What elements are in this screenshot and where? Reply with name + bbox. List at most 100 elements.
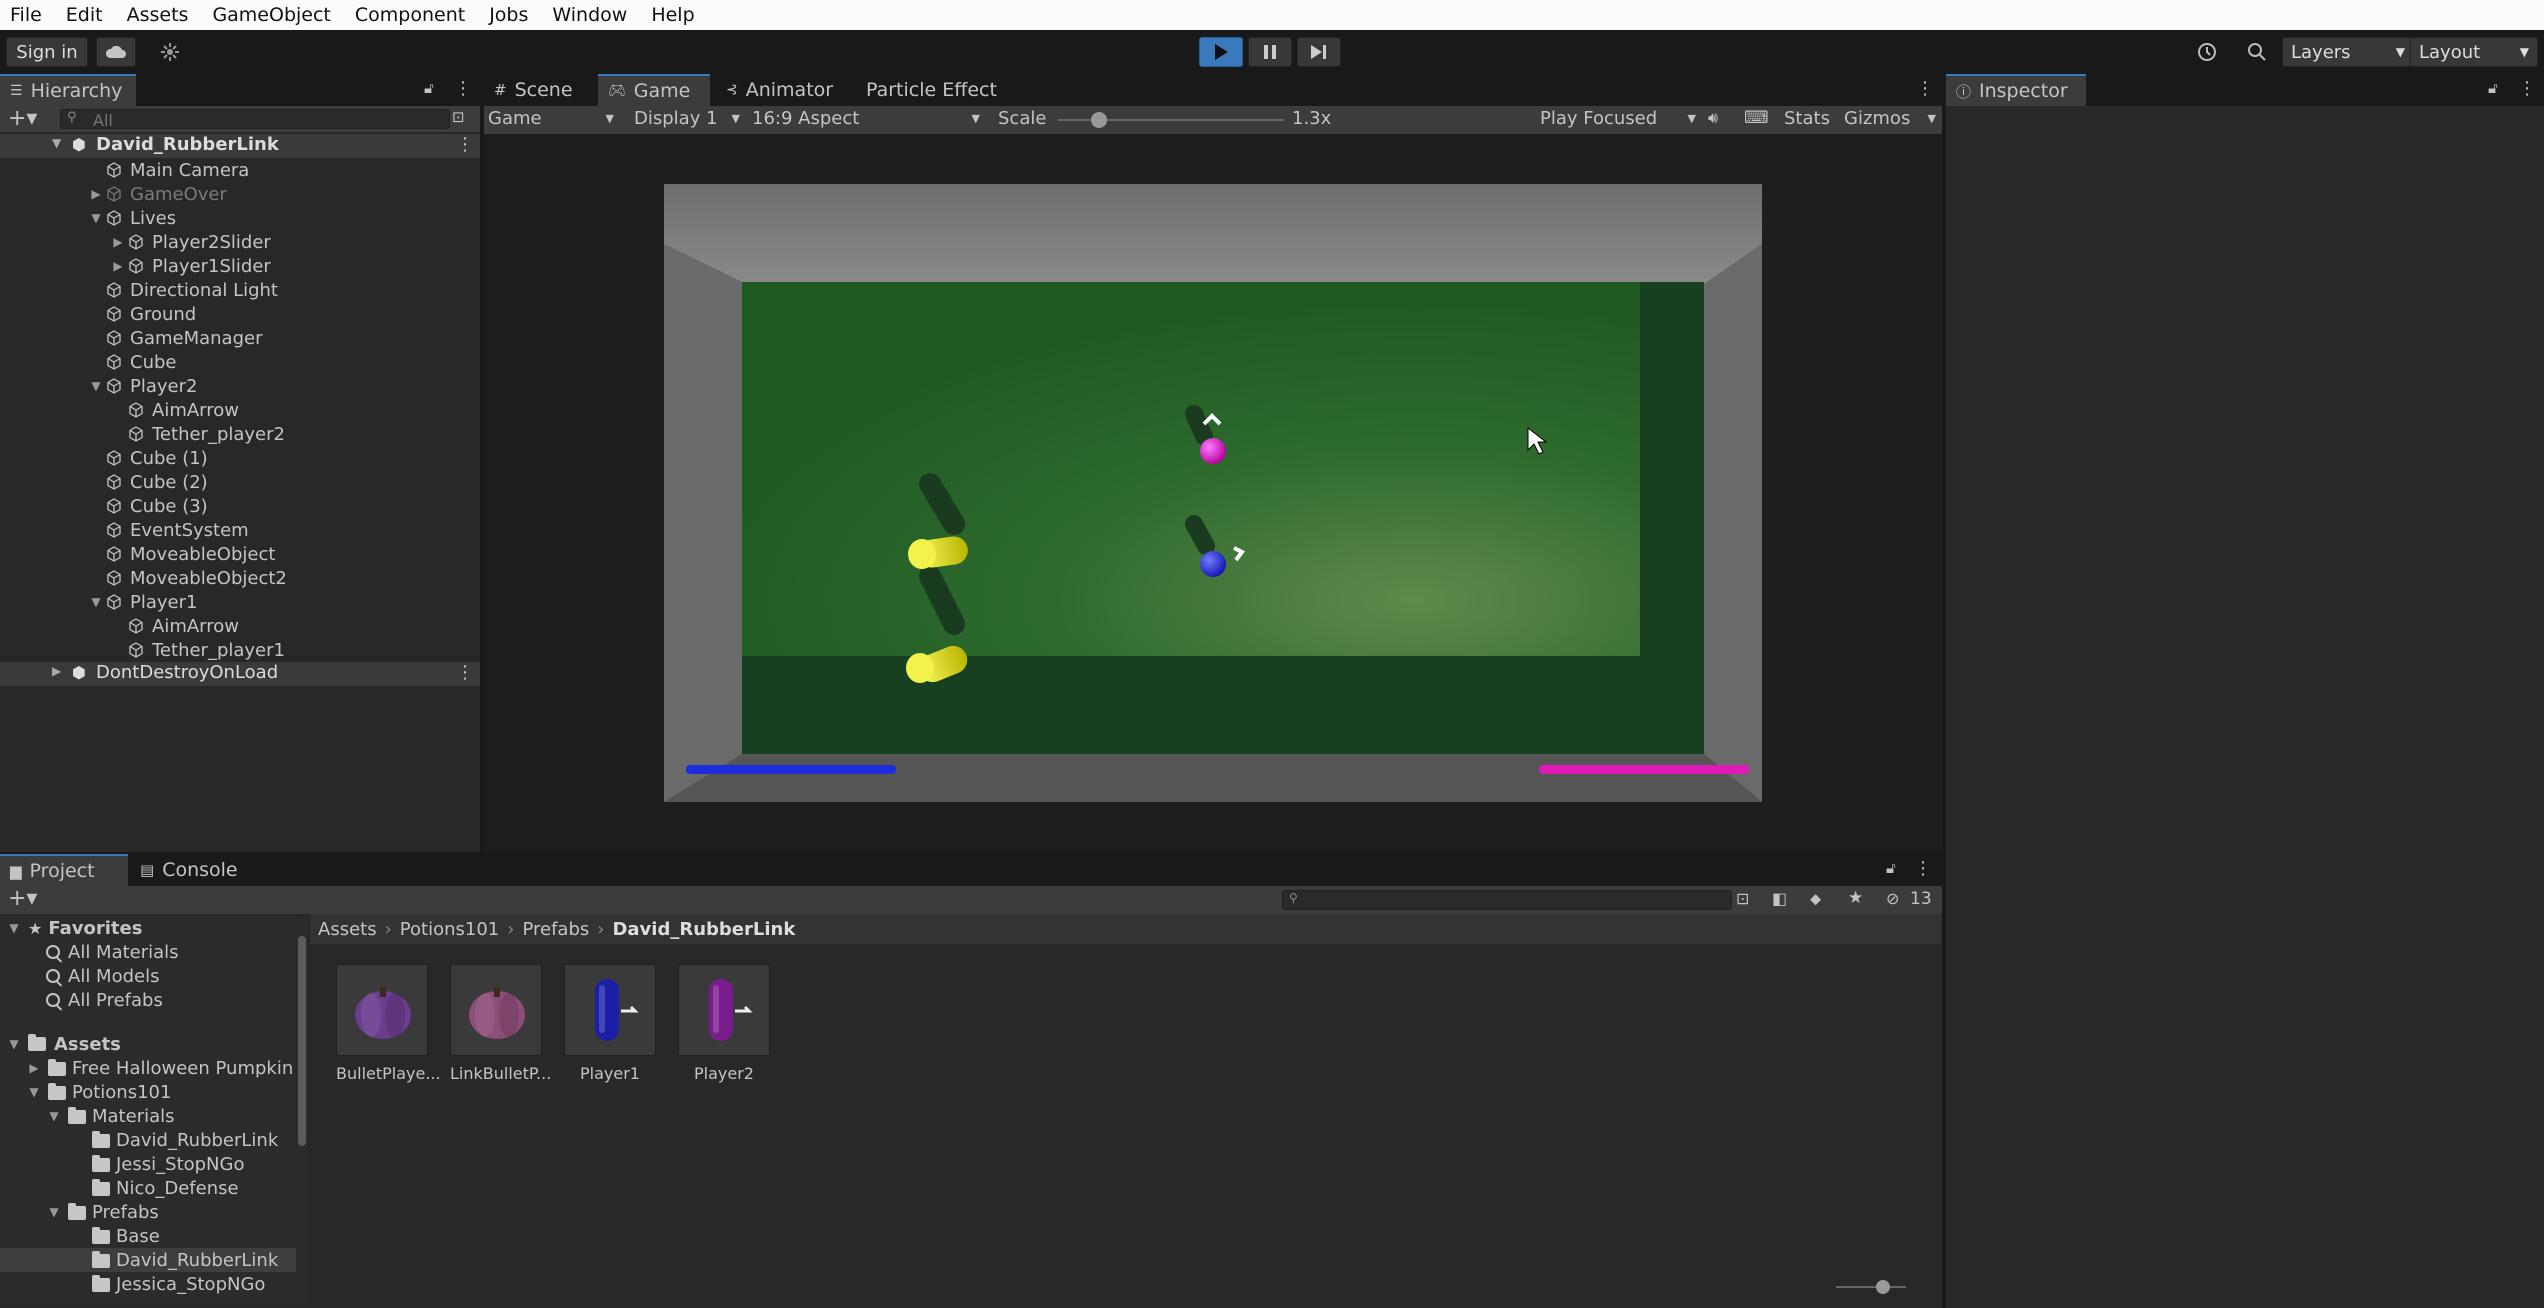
layers-dropdown[interactable]: Layers ▼ [2282,37,2414,67]
hierarchy-item[interactable]: Cube (1) [0,446,480,470]
hidden-icon[interactable]: ⊘ [1886,889,1899,908]
folder-item[interactable]: ▼ Prefabs [0,1200,296,1224]
tab-console[interactable]: ▤ Console [130,854,260,886]
folder-item[interactable]: David_RubberLink [0,1128,296,1152]
asset-item[interactable]: Player1 [564,964,656,1083]
lock-icon[interactable]: 🔓︎ [2488,79,2498,97]
asset-item[interactable]: BulletPlaye... [336,964,441,1083]
menu-help[interactable]: Help [651,4,694,26]
expand-right-icon[interactable]: ▶ [26,1061,42,1075]
tab-inspector[interactable]: ⓘ Inspector [1946,74,2086,106]
kebab-menu-icon[interactable]: ⋮ [2518,78,2536,99]
search-button[interactable] [2240,37,2274,67]
asset-item[interactable]: LinkBulletP... [450,964,551,1083]
type-filter-icon[interactable]: ◧ [1772,889,1787,908]
expand-down-icon[interactable]: ▼ [88,211,104,225]
label-filter-icon[interactable]: ⬥ [1810,889,1821,909]
expand-right-icon[interactable]: ▶ [88,187,104,201]
scale-slider-thumb[interactable] [1090,112,1107,128]
asset-item[interactable]: Player2 [678,964,770,1083]
tab-project[interactable]: ▆ Project [0,854,128,886]
hierarchy-item[interactable]: ▶ Player1Slider [0,254,480,278]
tree-scrollbar[interactable] [296,918,308,1304]
crumb-david-rubberlink[interactable]: David_RubberLink [612,919,795,940]
hierarchy-item[interactable]: Main Camera [0,158,480,182]
assets-root-row[interactable]: ▼ Assets [6,1032,121,1056]
expand-down-icon[interactable]: ▼ [46,1109,62,1123]
hierarchy-item[interactable]: Tether_player1 [0,638,480,662]
hierarchy-search-input[interactable]: ⚲ All [60,109,450,130]
hierarchy-item[interactable]: AimArrow [0,398,480,422]
expand-down-icon[interactable]: ▼ [46,1205,62,1219]
hierarchy-item[interactable]: ▼ Lives [0,206,480,230]
expand-down-icon[interactable]: ▼ [88,379,104,393]
favorite-item[interactable]: All Materials [46,940,179,964]
hierarchy-item[interactable]: ▼ Player2 [0,374,480,398]
hierarchy-item[interactable]: AimArrow [0,614,480,638]
menu-assets[interactable]: Assets [127,4,189,26]
kebab-menu-icon[interactable]: ⋮ [456,134,474,155]
hierarchy-item[interactable]: EventSystem [0,518,480,542]
tab-particle-effect[interactable]: Particle Effect [856,74,1036,106]
stats-button[interactable]: Stats [1784,108,1830,129]
thumbnail-size-thumb[interactable] [1876,1280,1890,1294]
aspect-dropdown[interactable]: 16:9 Aspect ▼ [752,108,984,132]
menu-edit[interactable]: Edit [66,4,103,26]
folder-item[interactable]: ▼ Potions101 [0,1080,296,1104]
search-scope-icon[interactable]: ⊡ [1736,889,1749,908]
filter-icon[interactable]: ⊡ [452,108,465,126]
hierarchy-item[interactable]: Cube [0,350,480,374]
dontdestroy-row[interactable]: ▶ ⬢ DontDestroyOnLoad ⋮ [0,662,480,686]
kebab-menu-icon[interactable]: ⋮ [1916,78,1934,99]
star-icon[interactable]: ★ [1848,888,1863,908]
tab-game[interactable]: 🎮︎ Game [598,74,710,106]
menu-window[interactable]: Window [552,4,627,26]
display-dropdown[interactable]: Display 1 ▼ [634,108,744,132]
hierarchy-item[interactable]: MoveableObject [0,542,480,566]
hierarchy-item[interactable]: Cube (2) [0,470,480,494]
folder-item[interactable]: ▼ Materials [0,1104,296,1128]
tab-animator[interactable]: ⊰ Animator [716,74,852,106]
expand-down-icon[interactable]: ▼ [6,1037,22,1051]
play-mode-dropdown[interactable]: Play Focused ▼ [1540,108,1700,132]
folder-item[interactable]: ▶ Free Halloween Pumpkin [0,1056,296,1080]
hierarchy-item[interactable]: Cube (3) [0,494,480,518]
crumb-potions101[interactable]: Potions101 [400,919,499,940]
gizmos-dropdown[interactable]: Gizmos ▼ [1844,108,1940,132]
expand-down-icon[interactable]: ▼ [52,136,61,150]
hierarchy-item[interactable]: GameManager [0,326,480,350]
expand-down-icon[interactable]: ▼ [88,595,104,609]
kebab-menu-icon[interactable]: ⋮ [454,78,472,99]
keyboard-icon[interactable]: ⌨ [1744,108,1769,128]
favorites-row[interactable]: ▼ ★ Favorites [6,916,142,940]
hierarchy-item[interactable]: MoveableObject2 [0,566,480,590]
step-button[interactable] [1297,37,1341,67]
hierarchy-item[interactable]: Tether_player2 [0,422,480,446]
game-mode-dropdown[interactable]: Game ▼ [488,108,618,132]
folder-item[interactable]: Jessica_StopNGo [0,1272,296,1296]
history-button[interactable] [2190,37,2224,67]
hierarchy-item[interactable]: Directional Light [0,278,480,302]
expand-down-icon[interactable]: ▼ [26,1085,42,1099]
menu-component[interactable]: Component [355,4,465,26]
game-viewport[interactable] [664,184,1762,802]
add-icon[interactable]: +▾ [8,106,37,131]
expand-right-icon[interactable]: ▶ [52,664,61,678]
folder-item[interactable]: Jessi_StopNGo [0,1152,296,1176]
expand-down-icon[interactable]: ▼ [6,921,22,935]
folder-item[interactable]: Base [0,1224,296,1248]
lock-icon[interactable]: 🔓︎ [1886,859,1896,877]
collab-button[interactable] [150,37,190,67]
tab-scene[interactable]: # Scene [484,74,596,106]
menu-file[interactable]: File [10,4,42,26]
scene-row[interactable]: ▼ ⬢ David_RubberLink ⋮ [0,134,480,158]
lock-icon[interactable]: 🔓︎ [424,79,434,97]
kebab-menu-icon[interactable]: ⋮ [1914,858,1932,879]
expand-right-icon[interactable]: ▶ [110,259,126,273]
folder-item[interactable]: Nico_Defense [0,1176,296,1200]
favorite-item[interactable]: All Models [46,964,159,988]
favorite-item[interactable]: All Prefabs [46,988,163,1012]
project-search-input[interactable]: ⚲ [1282,890,1732,910]
speaker-icon[interactable]: 🔊︎ [1708,108,1718,128]
menu-jobs[interactable]: Jobs [489,4,528,26]
